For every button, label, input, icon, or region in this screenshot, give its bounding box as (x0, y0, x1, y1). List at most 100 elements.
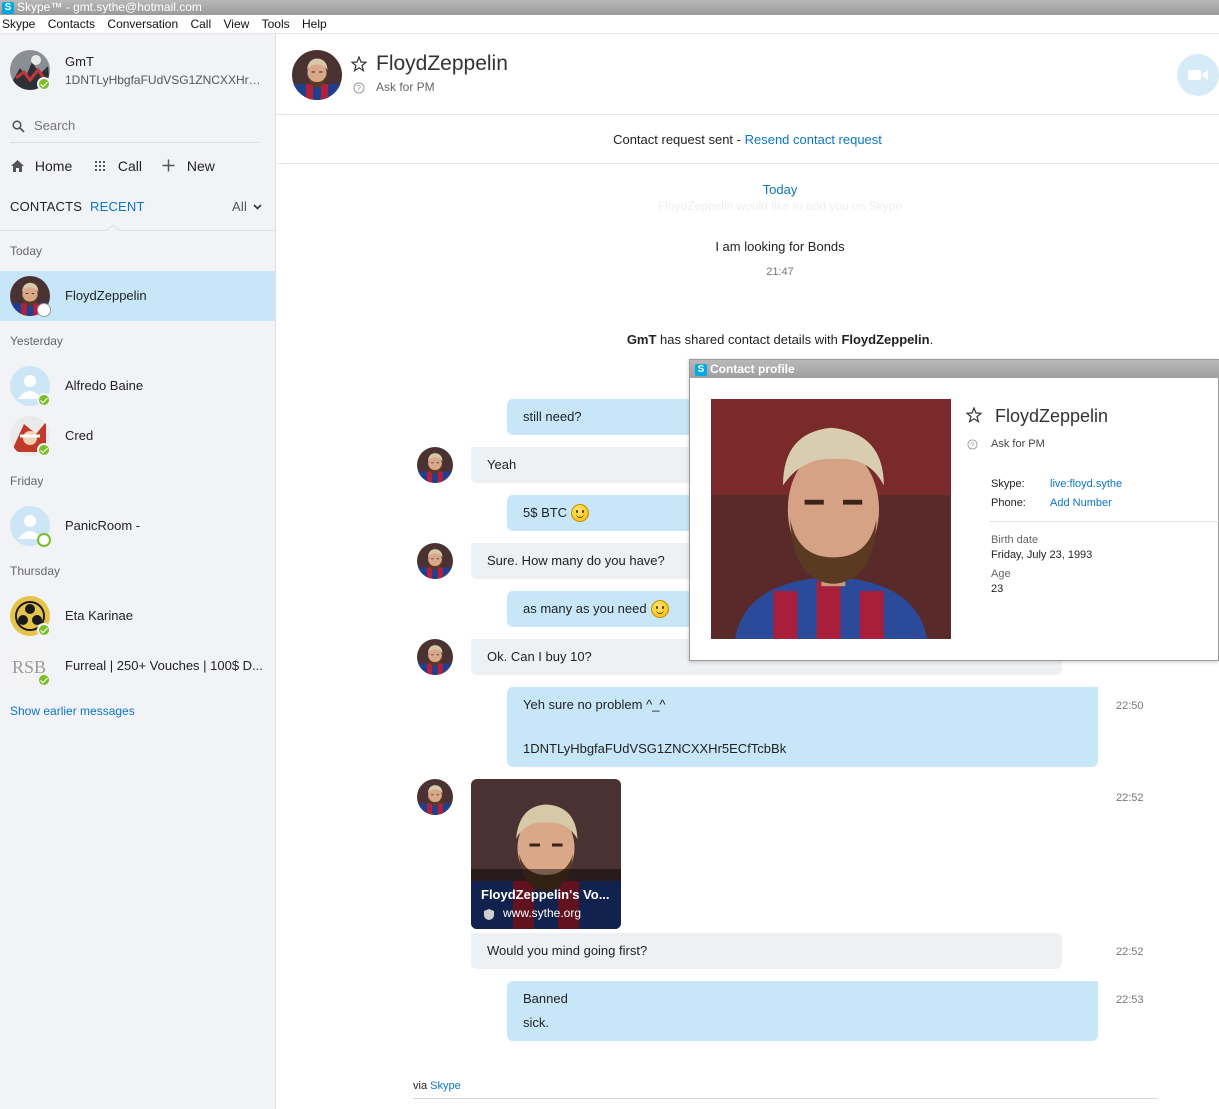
online-status-icon (37, 443, 51, 457)
online-status-icon (37, 673, 51, 687)
title-bar: S Skype™ - gmt.sythe@hotmail.com (0, 0, 1219, 15)
menu-view[interactable]: View (223, 15, 249, 34)
message-text: Yeah (487, 457, 517, 472)
menu-call[interactable]: Call (190, 15, 211, 34)
home-button[interactable]: Home (10, 158, 72, 174)
message-text: Ok. Can I buy 10? (487, 649, 592, 664)
sidebar: GmT 1DNTLyHbgfaFUdVSG1ZNCXXHr5E... Home … (0, 34, 276, 1109)
contact-furreal[interactable]: RSB Furreal | 250+ Vouches | 100$ D... (0, 641, 275, 691)
link-preview-title: FloydZeppelin's Vo... (481, 887, 610, 902)
menu-skype[interactable]: Skype (2, 15, 35, 34)
group-thursday: Thursday (10, 564, 61, 578)
contact-alfredo-baine[interactable]: Alfredo Baine (0, 361, 275, 411)
via-skype: via Skype (413, 1080, 461, 1092)
shared-suffix: . (929, 332, 934, 347)
shared-target-name: FloydZeppelin (841, 332, 930, 347)
first-message-time: 21:47 (766, 266, 794, 278)
conversation-avatar[interactable] (292, 50, 342, 100)
message-text: Sure. How many do you have? (487, 553, 665, 568)
tab-divider (0, 224, 275, 232)
menu-help[interactable]: Help (302, 15, 327, 34)
age-label: Age (991, 568, 1011, 580)
sharer-name: GmT (626, 332, 657, 347)
faded-request-notice: FloydZeppelin would like to add you on S… (657, 199, 903, 213)
shared-text: has shared contact details with (656, 332, 842, 347)
add-number-link[interactable]: Add Number (1050, 497, 1112, 509)
contact-name: Furreal | 250+ Vouches | 100$ D... (65, 658, 263, 673)
skype-label: Skype: (991, 478, 1025, 490)
shield-icon (484, 909, 494, 920)
plus-icon (162, 159, 175, 172)
my-mood-message[interactable]: 1DNTLyHbgfaFUdVSG1ZNCXXHr5E... (65, 73, 265, 87)
profile-name: FloydZeppelin (995, 406, 1109, 426)
message-time: 22:50 (1116, 700, 1144, 712)
contact-floydzeppelin[interactable]: FloydZeppelin (0, 271, 275, 321)
message-text: Would you mind going first? (487, 943, 648, 958)
filter-dropdown[interactable]: All (232, 199, 262, 214)
profile-divider (990, 521, 1219, 522)
via-text: via (413, 1080, 431, 1092)
message-time: 22:52 (1116, 946, 1144, 958)
profile-photo (711, 399, 951, 639)
video-call-button[interactable] (1177, 54, 1219, 96)
contact-name: FloydZeppelin (65, 288, 147, 303)
filter-label: All (232, 199, 248, 214)
birth-date-label: Birth date (991, 534, 1039, 546)
new-label: New (186, 158, 215, 174)
svg-text:?: ? (970, 440, 974, 449)
menu-tools[interactable]: Tools (262, 15, 290, 34)
resend-request-link[interactable]: Resend contact request (745, 132, 882, 147)
contact-profile-window: S Contact profile FloydZeppelin ? Ask for… (689, 359, 1219, 661)
star-icon[interactable] (351, 56, 367, 72)
message-text: Banned (523, 991, 568, 1006)
home-icon (11, 160, 24, 172)
skype-link[interactable]: Skype (430, 1080, 461, 1092)
profile-mood: Ask for PM (991, 438, 1045, 450)
skype-id-link[interactable]: live:floyd.sythe (1050, 478, 1122, 490)
tab-recent[interactable]: RECENT (90, 199, 145, 214)
skype-logo-icon: S (2, 2, 14, 14)
svg-text:?: ? (357, 84, 362, 93)
phone-label: Phone: (991, 497, 1026, 509)
message-text: 1DNTLyHbgfaFUdVSG1ZNCXXHr5ECfTcbBk (523, 741, 787, 756)
group-today: Today (10, 244, 43, 258)
my-name: GmT (65, 54, 94, 69)
show-earlier-messages-link[interactable]: Show earlier messages (10, 704, 135, 718)
contact-panicroom[interactable]: PanicRoom - (0, 501, 275, 551)
unknown-status-icon: ? (353, 82, 365, 94)
search-box (10, 113, 260, 143)
sender-avatar[interactable] (417, 447, 453, 483)
call-button[interactable]: Call (94, 158, 142, 174)
contact-eta-karinae[interactable]: Eta Karinae (0, 591, 275, 641)
call-label: Call (117, 158, 143, 174)
profile-title-bar[interactable]: S Contact profile (690, 360, 1219, 378)
message-outgoing[interactable]: Banned sick. (507, 981, 1098, 1041)
message-text: still need? (523, 409, 582, 424)
contact-cred[interactable]: Cred (0, 411, 275, 461)
link-preview-url: www.sythe.org (503, 906, 582, 920)
sender-avatar[interactable] (417, 639, 453, 675)
menu-contacts[interactable]: Contacts (48, 15, 95, 34)
contact-request-bar: Contact request sent - Resend contact re… (276, 114, 1219, 164)
new-button[interactable]: New (162, 158, 215, 174)
group-yesterday: Yesterday (10, 334, 63, 348)
first-message: I am looking for Bonds (715, 239, 845, 254)
tab-contacts[interactable]: CONTACTS (10, 199, 82, 214)
star-icon[interactable] (966, 407, 982, 423)
home-label: Home (34, 158, 73, 174)
message-outgoing[interactable]: Yeh sure no problem ^_^ 1DNTLyHbgfaFUdVS… (507, 687, 1098, 767)
search-icon (12, 120, 25, 133)
message-text: sick. (523, 1015, 549, 1030)
link-preview-card[interactable]: FloydZeppelin's Vo... www.sythe.org (471, 779, 621, 929)
contact-name: Alfredo Baine (65, 378, 144, 393)
sender-avatar[interactable] (417, 543, 453, 579)
sender-avatar[interactable] (417, 779, 453, 815)
video-camera-icon (1188, 70, 1208, 80)
menu-conversation[interactable]: Conversation (107, 15, 178, 34)
request-text: Contact request sent - (613, 132, 745, 147)
search-input[interactable] (34, 118, 254, 133)
message-incoming[interactable]: Would you mind going first? (471, 933, 1062, 969)
unknown-status-icon (37, 303, 51, 317)
online-status-icon (37, 623, 51, 637)
dialpad-icon (95, 161, 105, 171)
